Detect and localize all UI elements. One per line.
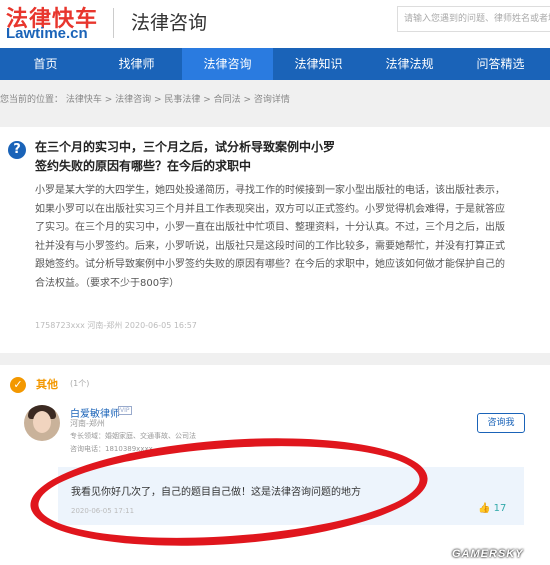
- watermark: GAMERSKY: [452, 548, 524, 560]
- nav-qa-select[interactable]: 问答精选: [455, 48, 546, 80]
- nav-laws[interactable]: 法律法规: [364, 48, 455, 80]
- lawyer-location: 河南-郑州: [70, 419, 105, 428]
- logo-en[interactable]: Lawtime.cn: [6, 25, 88, 42]
- question-card: ? 在三个月的实习中，三个月之后，试分析导致案例中小罗签约失败的原因有哪些？在今…: [0, 127, 550, 353]
- question-meta: 1758723xxx 河南-郑州 2020-06-05 16:57: [35, 321, 197, 330]
- like-count: 17: [493, 503, 507, 514]
- answer-count: (1个): [70, 379, 90, 388]
- search-input[interactable]: 请输入您遇到的问题、律师姓名或者地区: [397, 6, 550, 32]
- nav-home[interactable]: 首页: [0, 48, 91, 80]
- question-body: 小罗是某大学的大四学生，她四处投递简历，寻找工作的时候接到一家小型出版社的电话，…: [35, 185, 505, 289]
- lawyer-avatar[interactable]: [24, 405, 60, 441]
- question-icon: ?: [8, 141, 26, 159]
- avatar-face: [33, 411, 51, 433]
- thumbs-up-icon: 👍: [478, 503, 491, 514]
- nav-legal-knowledge[interactable]: 法律知识: [273, 48, 364, 80]
- check-icon: ✓: [10, 377, 26, 393]
- breadcrumb[interactable]: 您当前的位置： 法律快车 > 法律咨询 > 民事法律 > 合同法 > 咨询详情: [0, 92, 290, 105]
- header: 法律快车 Lawtime.cn 法律咨询 请输入您遇到的问题、律师姓名或者地区: [0, 0, 550, 48]
- like-button[interactable]: 👍 17: [478, 503, 506, 514]
- vip-badge: VIP: [118, 406, 132, 415]
- main-nav: 首页 找律师 法律咨询 法律知识 法律法规 问答精选: [0, 48, 550, 80]
- site-title: 法律咨询: [131, 12, 208, 34]
- logo-divider: [113, 8, 114, 38]
- lawyer-field: 专长领域：婚姻家庭、交通事故、公司法: [70, 432, 196, 440]
- answer-section-title: 其他: [36, 378, 58, 391]
- nav-legal-consult[interactable]: 法律咨询: [182, 48, 273, 80]
- question-title: 在三个月的实习中，三个月之后，试分析导致案例中小罗签约失败的原因有哪些？在今后的…: [35, 140, 336, 173]
- consult-button[interactable]: 咨询我: [477, 413, 525, 433]
- nav-find-lawyer[interactable]: 找律师: [91, 48, 182, 80]
